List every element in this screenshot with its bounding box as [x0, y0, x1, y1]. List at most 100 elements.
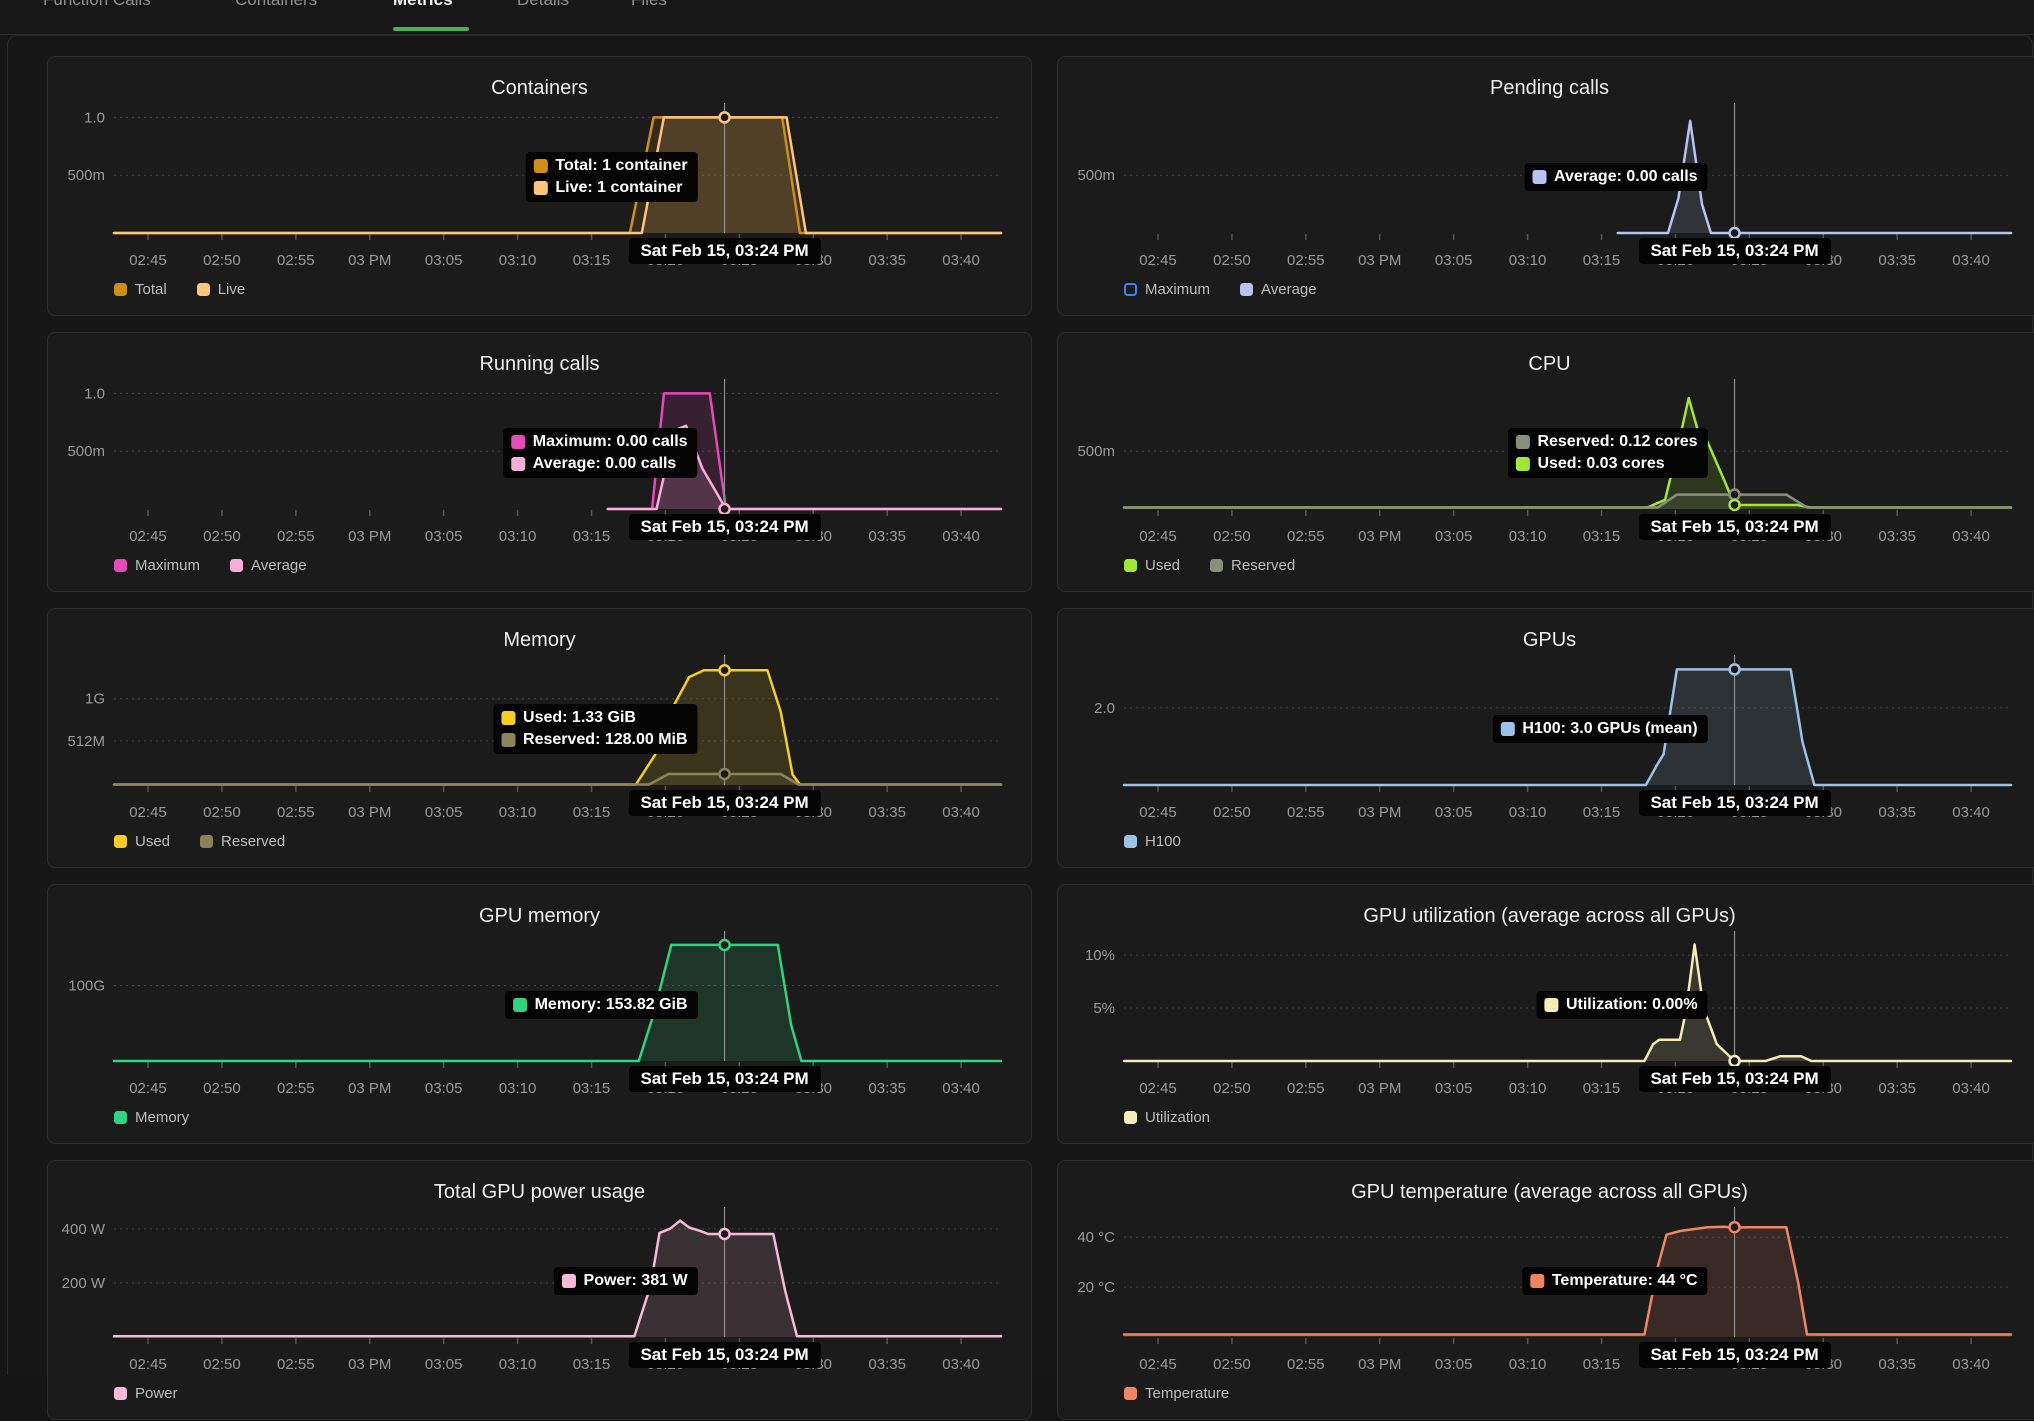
- legend-item-power[interactable]: Power: [114, 1385, 178, 1402]
- x-axis-label: 02:50: [1213, 528, 1251, 545]
- x-axis-label: 03 PM: [1358, 804, 1401, 821]
- legend-item-memory[interactable]: Memory: [114, 1109, 189, 1126]
- x-axis-label: 02:45: [1139, 804, 1177, 821]
- legend-item-maximum[interactable]: Maximum: [114, 557, 200, 574]
- x-axis-label: 03:35: [1878, 804, 1916, 821]
- tab-files[interactable]: Files: [631, 0, 667, 10]
- legend-chip: [1124, 559, 1137, 572]
- hover-marker: [1730, 500, 1740, 510]
- x-axis-label: 03:10: [1509, 804, 1547, 821]
- date-tooltip: Sat Feb 15, 03:24 PM: [1638, 790, 1830, 816]
- chart-card-memory: Memory 1G512M02:4502:5002:5503 PM03:0503…: [47, 608, 1032, 868]
- x-axis-label: 02:45: [1139, 1080, 1177, 1097]
- series-line-reserved: [1124, 495, 2011, 508]
- legend-label: Temperature: [1145, 1385, 1229, 1402]
- hover-marker: [1730, 228, 1740, 238]
- x-axis-label: 03:10: [1509, 252, 1547, 269]
- x-axis-label: 03:40: [1952, 1080, 1990, 1097]
- x-axis-label: 03:40: [942, 1356, 980, 1373]
- tab-metrics[interactable]: Metrics: [393, 0, 453, 10]
- legend-chip: [1240, 283, 1253, 296]
- legend-item-utilization[interactable]: Utilization: [1124, 1109, 1210, 1126]
- tooltip-row: Reserved: 128.00 MiB: [501, 731, 688, 749]
- x-axis-label: 03:35: [868, 1080, 906, 1097]
- x-axis-label: 02:45: [1139, 252, 1177, 269]
- x-axis-label: 03:10: [1509, 1356, 1547, 1373]
- x-axis-label: 03:05: [425, 528, 463, 545]
- y-axis-label: 100G: [68, 978, 105, 995]
- x-axis-label: 03:40: [1952, 252, 1990, 269]
- chart-legend: Maximum Average: [114, 557, 307, 574]
- legend-chip: [114, 283, 127, 296]
- tooltip-text: Temperature: 44 °C: [1552, 1272, 1698, 1290]
- legend-item-used[interactable]: Used: [114, 833, 170, 850]
- hover-marker: [720, 1229, 730, 1239]
- x-axis-label: 03:35: [868, 528, 906, 545]
- tab-details[interactable]: Details: [517, 0, 569, 10]
- x-axis-label: 03:40: [942, 804, 980, 821]
- tooltip-row: Average: 0.00 calls: [511, 455, 688, 473]
- chart-card-gpu-memory: GPU memory 100G02:4502:5002:5503 PM03:05…: [47, 884, 1032, 1144]
- x-axis-label: 03:05: [425, 252, 463, 269]
- chart-plot[interactable]: 400 W200 W02:4502:5002:5503 PM03:0503:10…: [48, 1161, 1033, 1421]
- x-axis-label: 02:50: [1213, 804, 1251, 821]
- legend-item-average[interactable]: Average: [230, 557, 307, 574]
- x-axis-label: 03:15: [573, 528, 611, 545]
- x-axis-label: 02:50: [1213, 1356, 1251, 1373]
- y-axis-label: 500m: [67, 167, 105, 184]
- chart-legend: Memory: [114, 1109, 189, 1126]
- legend-item-h100[interactable]: H100: [1124, 833, 1181, 850]
- legend-label: Total: [135, 281, 167, 298]
- x-axis-label: 02:45: [1139, 528, 1177, 545]
- tooltip-text: Utilization: 0.00%: [1566, 996, 1698, 1014]
- legend-chip: [230, 559, 243, 572]
- chart-legend: Utilization: [1124, 1109, 1210, 1126]
- x-axis-label: 03:05: [1435, 252, 1473, 269]
- x-axis-label: 03 PM: [348, 252, 391, 269]
- legend-item-maximum[interactable]: Maximum: [1124, 281, 1210, 298]
- chart-card-running-calls: Running calls 1.0500m02:4502:5002:5503 P…: [47, 332, 1032, 592]
- tab-function-calls[interactable]: Function Calls: [43, 0, 151, 10]
- legend-item-temperature[interactable]: Temperature: [1124, 1385, 1229, 1402]
- x-axis-label: 02:50: [203, 1356, 241, 1373]
- legend-chip: [197, 283, 210, 296]
- x-axis-label: 03:05: [1435, 804, 1473, 821]
- tooltip-row: Memory: 153.82 GiB: [513, 996, 688, 1014]
- x-axis-label: 02:50: [1213, 1080, 1251, 1097]
- x-axis-label: 02:45: [1139, 1356, 1177, 1373]
- tooltip-text: Maximum: 0.00 calls: [533, 433, 688, 451]
- legend-label: Memory: [135, 1109, 189, 1126]
- tooltip-series-chip: [511, 435, 525, 449]
- x-axis-label: 02:55: [1287, 1080, 1325, 1097]
- tab-containers[interactable]: Containers: [235, 0, 317, 10]
- legend-chip: [200, 835, 213, 848]
- x-axis-label: 03 PM: [348, 1080, 391, 1097]
- hover-marker: [1730, 1222, 1740, 1232]
- x-axis-label: 03:35: [1878, 1080, 1916, 1097]
- x-axis-label: 03:15: [1583, 1356, 1621, 1373]
- date-tooltip: Sat Feb 15, 03:24 PM: [1638, 514, 1830, 540]
- x-axis-label: 03:05: [1435, 1356, 1473, 1373]
- legend-item-reserved[interactable]: Reserved: [1210, 557, 1295, 574]
- tooltip-row: Total: 1 container: [533, 157, 687, 175]
- legend-item-reserved[interactable]: Reserved: [200, 833, 285, 850]
- x-axis-label: 02:55: [1287, 804, 1325, 821]
- legend-chip: [1124, 1111, 1137, 1124]
- value-tooltip: Temperature: 44 °C: [1522, 1267, 1708, 1295]
- legend-item-average[interactable]: Average: [1240, 281, 1317, 298]
- legend-item-total[interactable]: Total: [114, 281, 167, 298]
- hover-marker: [720, 504, 730, 514]
- legend-label: Used: [135, 833, 170, 850]
- tooltip-row: Temperature: 44 °C: [1530, 1272, 1698, 1290]
- tooltip-row: Utilization: 0.00%: [1544, 996, 1698, 1014]
- x-axis-label: 03:05: [1435, 528, 1473, 545]
- x-axis-label: 03 PM: [348, 528, 391, 545]
- legend-item-used[interactable]: Used: [1124, 557, 1180, 574]
- legend-item-live[interactable]: Live: [197, 281, 246, 298]
- value-tooltip: Utilization: 0.00%: [1536, 991, 1708, 1019]
- tooltip-text: Average: 0.00 calls: [1554, 168, 1698, 186]
- x-axis-label: 03 PM: [1358, 252, 1401, 269]
- tooltip-row: Used: 0.03 cores: [1515, 455, 1697, 473]
- value-tooltip: Reserved: 0.12 coresUsed: 0.03 cores: [1507, 428, 1707, 478]
- tooltip-series-chip: [501, 733, 515, 747]
